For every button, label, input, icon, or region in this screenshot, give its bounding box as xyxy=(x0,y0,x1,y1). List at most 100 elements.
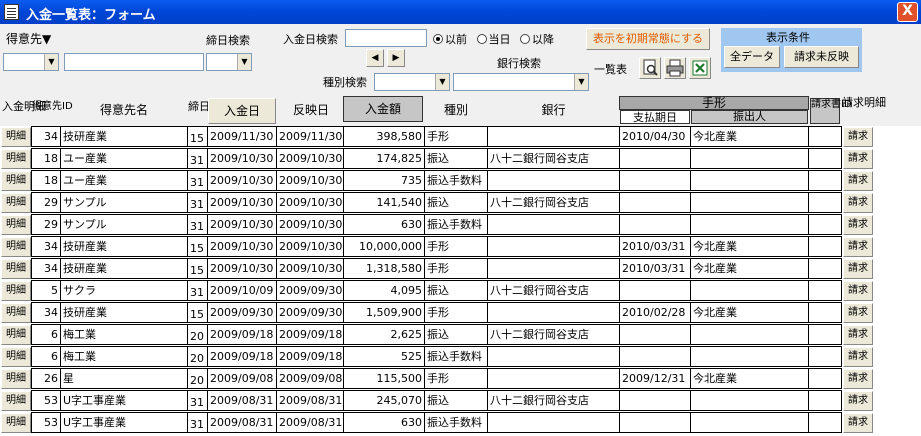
chevron-down-icon[interactable]: ▼ xyxy=(574,74,588,90)
cell-customer-id[interactable]: 18 xyxy=(31,170,61,191)
cell-customer-id[interactable]: 18 xyxy=(31,148,61,169)
cell-bank[interactable] xyxy=(487,346,620,367)
cell-type[interactable]: 振込手数料 xyxy=(424,170,488,191)
cell-invoice-id[interactable] xyxy=(808,126,842,147)
invoice-button[interactable]: 請求 xyxy=(843,149,873,169)
customer-name-field[interactable] xyxy=(64,53,204,71)
detail-button[interactable]: 明細 xyxy=(1,413,31,433)
cell-bank[interactable]: 八十二銀行岡谷支店 xyxy=(487,390,620,411)
detail-button[interactable]: 明細 xyxy=(1,193,31,213)
cell-amount[interactable]: 398,580 xyxy=(343,126,425,147)
cell-customer-name[interactable]: ユー産業 xyxy=(60,170,188,191)
cell-closing-day[interactable]: 15 xyxy=(187,302,208,323)
cell-reflect-date[interactable]: 2009/11/30 xyxy=(276,126,344,147)
cell-closing-day[interactable]: 31 xyxy=(187,412,208,433)
cell-bank[interactable] xyxy=(487,170,620,191)
detail-button[interactable]: 明細 xyxy=(1,391,31,411)
cell-note-due[interactable] xyxy=(619,324,691,345)
invoice-button[interactable]: 請求 xyxy=(843,413,873,433)
cell-closing-day[interactable]: 31 xyxy=(187,214,208,235)
col-amount-header[interactable]: 入金額 xyxy=(343,96,423,122)
cell-type[interactable]: 振込 xyxy=(424,192,488,213)
invoice-button[interactable]: 請求 xyxy=(843,127,873,147)
cell-closing-day[interactable]: 20 xyxy=(187,368,208,389)
cell-note-issuer[interactable] xyxy=(690,280,809,301)
cell-note-issuer[interactable]: 今北産業 xyxy=(690,126,809,147)
cell-deposit-date[interactable]: 2009/09/18 xyxy=(207,324,277,345)
invoice-button[interactable]: 請求 xyxy=(843,325,873,345)
cell-note-due[interactable] xyxy=(619,148,691,169)
cell-customer-name[interactable]: 技研産業 xyxy=(60,236,188,257)
cell-customer-id[interactable]: 34 xyxy=(31,236,61,257)
cell-amount[interactable]: 141,540 xyxy=(343,192,425,213)
col-deposit-date-header[interactable]: 入金日 xyxy=(208,98,276,124)
prev-button[interactable]: ◀ xyxy=(366,49,384,67)
radio-before[interactable] xyxy=(433,34,443,44)
cell-bank[interactable] xyxy=(487,368,620,389)
cell-note-due[interactable] xyxy=(619,280,691,301)
cell-reflect-date[interactable]: 2009/10/30 xyxy=(276,170,344,191)
cell-type[interactable]: 手形 xyxy=(424,368,488,389)
type-search-combo[interactable]: ▼ xyxy=(374,73,450,91)
cell-invoice-id[interactable] xyxy=(808,412,842,433)
cell-customer-id[interactable]: 26 xyxy=(31,368,61,389)
cell-reflect-date[interactable]: 2009/09/08 xyxy=(276,368,344,389)
cell-deposit-date[interactable]: 2009/10/30 xyxy=(207,236,277,257)
cell-customer-name[interactable]: 梅工業 xyxy=(60,324,188,345)
cell-customer-name[interactable]: 梅工業 xyxy=(60,346,188,367)
bank-search-combo[interactable]: ▼ xyxy=(453,73,589,91)
invoice-button[interactable]: 請求 xyxy=(843,347,873,367)
cell-deposit-date[interactable]: 2009/10/30 xyxy=(207,148,277,169)
detail-button[interactable]: 明細 xyxy=(1,215,31,235)
cell-customer-name[interactable]: サンプル xyxy=(60,192,188,213)
cell-note-issuer[interactable] xyxy=(690,170,809,191)
cell-type[interactable]: 手形 xyxy=(424,126,488,147)
cell-note-due[interactable]: 2009/12/31 xyxy=(619,368,691,389)
cell-amount[interactable]: 630 xyxy=(343,214,425,235)
cell-bank[interactable] xyxy=(487,258,620,279)
cell-note-issuer[interactable]: 今北産業 xyxy=(690,236,809,257)
cell-invoice-id[interactable] xyxy=(808,148,842,169)
cell-type[interactable]: 振込 xyxy=(424,324,488,345)
cell-reflect-date[interactable]: 2009/09/30 xyxy=(276,280,344,301)
cell-note-issuer[interactable]: 今北産業 xyxy=(690,258,809,279)
cell-bank[interactable]: 八十二銀行岡谷支店 xyxy=(487,324,620,345)
cell-amount[interactable]: 630 xyxy=(343,412,425,433)
cell-customer-id[interactable]: 53 xyxy=(31,412,61,433)
cell-customer-id[interactable]: 29 xyxy=(31,192,61,213)
customer-label[interactable]: 得意先▼ xyxy=(6,30,51,47)
cell-amount[interactable]: 115,500 xyxy=(343,368,425,389)
chevron-down-icon[interactable]: ▼ xyxy=(435,74,449,90)
cell-note-issuer[interactable] xyxy=(690,148,809,169)
cell-closing-day[interactable]: 31 xyxy=(187,280,208,301)
invoice-button[interactable]: 請求 xyxy=(843,391,873,411)
cell-invoice-id[interactable] xyxy=(808,280,842,301)
cell-customer-name[interactable]: 星 xyxy=(60,368,188,389)
export-excel-button[interactable] xyxy=(689,57,711,79)
cell-note-due[interactable]: 2010/03/31 xyxy=(619,236,691,257)
cell-customer-id[interactable]: 6 xyxy=(31,346,61,367)
cell-customer-id[interactable]: 29 xyxy=(31,214,61,235)
cell-bank[interactable] xyxy=(487,126,620,147)
print-preview-button[interactable] xyxy=(639,57,661,79)
cell-note-issuer[interactable]: 今北産業 xyxy=(690,368,809,389)
cell-note-issuer[interactable] xyxy=(690,214,809,235)
cell-invoice-id[interactable] xyxy=(808,236,842,257)
cell-note-issuer[interactable] xyxy=(690,324,809,345)
cell-note-issuer[interactable] xyxy=(690,390,809,411)
cell-type[interactable]: 振込手数料 xyxy=(424,346,488,367)
cell-type[interactable]: 振込 xyxy=(424,390,488,411)
cell-customer-name[interactable]: 技研産業 xyxy=(60,302,188,323)
cell-deposit-date[interactable]: 2009/10/09 xyxy=(207,280,277,301)
radio-same-day[interactable] xyxy=(476,34,487,44)
cell-deposit-date[interactable]: 2009/10/30 xyxy=(207,214,277,235)
cell-deposit-date[interactable]: 2009/08/31 xyxy=(207,412,277,433)
print-button[interactable] xyxy=(664,57,686,79)
cell-deposit-date[interactable]: 2009/09/08 xyxy=(207,368,277,389)
cell-reflect-date[interactable]: 2009/10/30 xyxy=(276,214,344,235)
cell-note-due[interactable] xyxy=(619,214,691,235)
cell-amount[interactable]: 245,070 xyxy=(343,390,425,411)
detail-button[interactable]: 明細 xyxy=(1,171,31,191)
cell-bank[interactable]: 八十二銀行岡谷支店 xyxy=(487,148,620,169)
cell-note-due[interactable]: 2010/04/30 xyxy=(619,126,691,147)
